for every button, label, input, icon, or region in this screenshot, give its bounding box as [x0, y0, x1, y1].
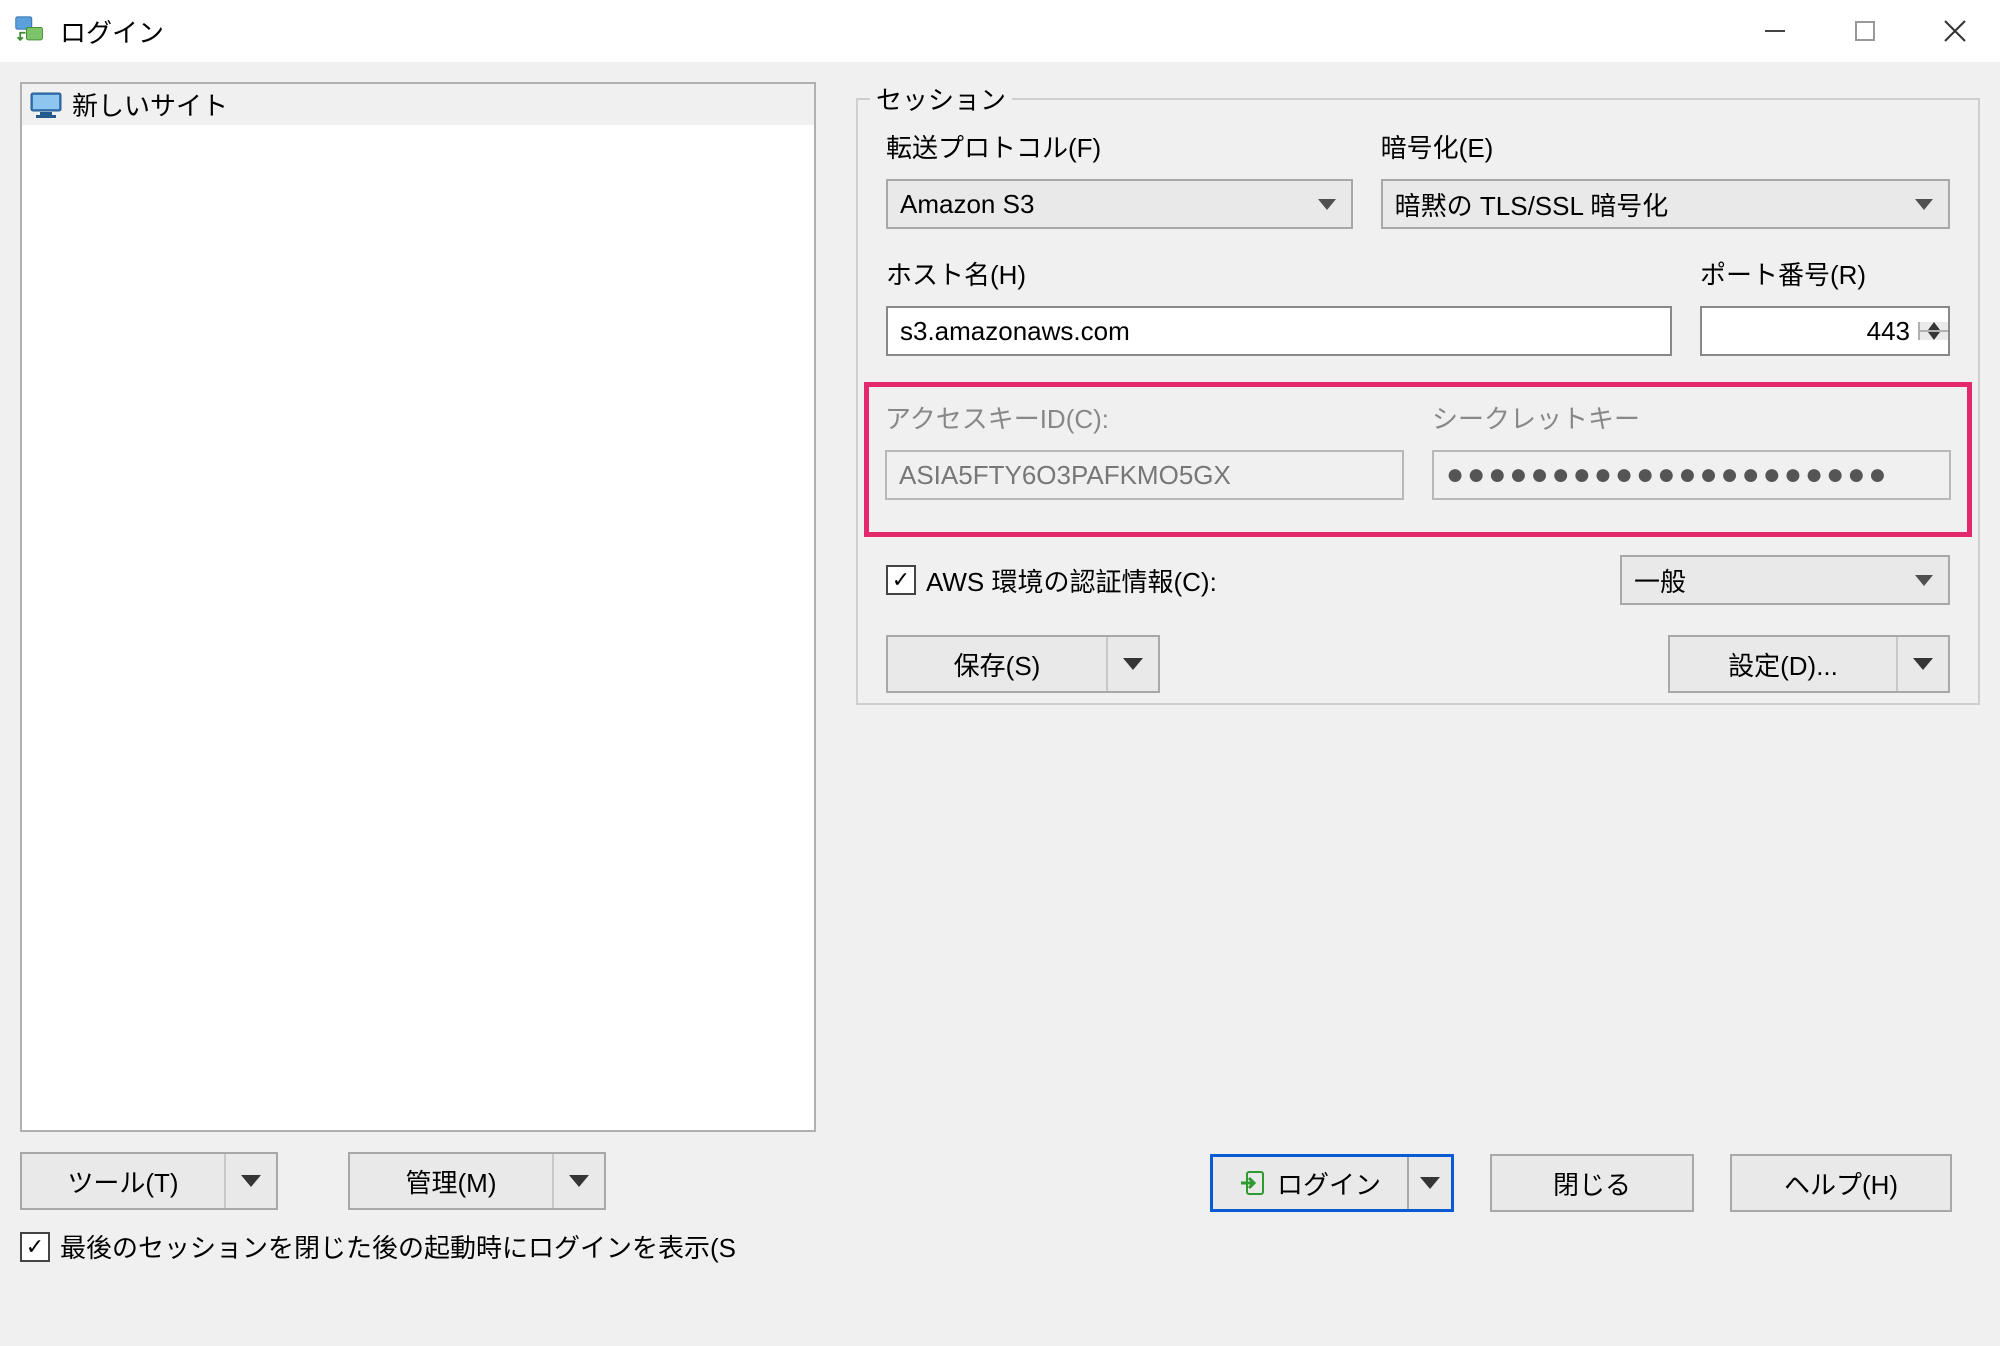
credentials-highlight: アクセスキーID(C): ASIA5FTY6O3PAFKMO5GX シークレット…: [864, 382, 1972, 537]
site-item-new[interactable]: 新しいサイト: [22, 84, 814, 125]
settings-label: 設定(D)...: [1670, 637, 1896, 691]
access-key-value: ASIA5FTY6O3PAFKMO5GX: [899, 460, 1231, 491]
encryption-select[interactable]: 暗黙の TLS/SSL 暗号化: [1381, 179, 1950, 229]
sites-tree[interactable]: 新しいサイト: [20, 82, 816, 1132]
chevron-down-icon: [1912, 575, 1936, 586]
login-button[interactable]: ログイン: [1210, 1154, 1454, 1212]
manage-button[interactable]: 管理(M): [348, 1152, 606, 1210]
port-value: 443: [1702, 316, 1918, 347]
host-value: s3.amazonaws.com: [900, 316, 1130, 347]
tools-dropdown[interactable]: [224, 1154, 276, 1208]
titlebar: ログイン: [0, 0, 2000, 62]
manage-label: 管理(M): [350, 1154, 552, 1208]
manage-dropdown[interactable]: [552, 1154, 604, 1208]
session-group: セッション 転送プロトコル(F) Amazon S3 暗号化(E) 暗黙の TL…: [856, 98, 1980, 705]
close-label: 閉じる: [1553, 1165, 1631, 1202]
encryption-value: 暗黙の TLS/SSL 暗号化: [1395, 186, 1912, 223]
aws-env-value: 一般: [1634, 562, 1912, 599]
checkbox-icon: ✓: [20, 1232, 50, 1262]
site-item-label: 新しいサイト: [72, 86, 228, 123]
help-label: ヘルプ(H): [1784, 1165, 1898, 1202]
settings-dropdown[interactable]: [1896, 637, 1948, 691]
show-login-on-startup[interactable]: ✓ 最後のセッションを閉じた後の起動時にログインを表示(S: [20, 1228, 816, 1265]
secret-key-input[interactable]: ●●●●●●●●●●●●●●●●●●●●●: [1432, 450, 1951, 500]
save-dropdown[interactable]: [1106, 637, 1158, 691]
login-dropdown[interactable]: [1407, 1157, 1451, 1209]
login-label: ログイン: [1277, 1165, 1381, 1202]
protocol-label: 転送プロトコル(F): [886, 128, 1353, 165]
login-icon: [1239, 1170, 1265, 1196]
aws-env-label: AWS 環境の認証情報(C):: [926, 562, 1217, 599]
chevron-down-icon: [1315, 199, 1339, 210]
window-title: ログイン: [60, 13, 164, 50]
port-input[interactable]: 443: [1700, 306, 1950, 356]
chevron-down-icon: [1912, 199, 1936, 210]
secret-key-value: ●●●●●●●●●●●●●●●●●●●●●: [1446, 458, 1890, 492]
dialog-buttons: ログイン 閉じる ヘルプ(H): [856, 1154, 1952, 1212]
port-spin-down[interactable]: [1920, 330, 1948, 340]
tools-label: ツール(T): [22, 1154, 224, 1208]
access-key-input[interactable]: ASIA5FTY6O3PAFKMO5GX: [885, 450, 1404, 500]
aws-env-select[interactable]: 一般: [1620, 555, 1950, 605]
protocol-value: Amazon S3: [900, 189, 1315, 220]
minimize-button[interactable]: [1730, 0, 1820, 62]
host-label: ホスト名(H): [886, 255, 1672, 292]
client-area: 新しいサイト ツール(T) 管理(M) ✓ 最後のセッションを閉じた後の起動時に…: [0, 62, 2000, 1265]
save-button[interactable]: 保存(S): [886, 635, 1160, 693]
session-panel: セッション 転送プロトコル(F) Amazon S3 暗号化(E) 暗黙の TL…: [856, 82, 1980, 1265]
save-label: 保存(S): [888, 637, 1106, 691]
app-icon: [12, 13, 48, 49]
secret-key-label: シークレットキー: [1432, 399, 1951, 436]
access-key-label: アクセスキーID(C):: [885, 399, 1404, 436]
maximize-button[interactable]: [1820, 0, 1910, 62]
encryption-label: 暗号化(E): [1381, 128, 1950, 165]
tools-button[interactable]: ツール(T): [20, 1152, 278, 1210]
close-window-button[interactable]: [1910, 0, 2000, 62]
settings-button[interactable]: 設定(D)...: [1668, 635, 1950, 693]
help-button[interactable]: ヘルプ(H): [1730, 1154, 1952, 1212]
protocol-select[interactable]: Amazon S3: [886, 179, 1353, 229]
close-button[interactable]: 閉じる: [1490, 1154, 1694, 1212]
checkbox-icon: ✓: [886, 565, 916, 595]
aws-env-credentials-checkbox[interactable]: ✓ AWS 環境の認証情報(C):: [886, 562, 1217, 599]
left-column: 新しいサイト ツール(T) 管理(M) ✓ 最後のセッションを閉じた後の起動時に…: [20, 82, 816, 1265]
show-login-label: 最後のセッションを閉じた後の起動時にログインを表示(S: [60, 1228, 736, 1265]
monitor-icon: [30, 91, 62, 119]
port-label: ポート番号(R): [1700, 255, 1950, 292]
host-input[interactable]: s3.amazonaws.com: [886, 306, 1672, 356]
port-spin-up[interactable]: [1920, 322, 1948, 330]
session-legend: セッション: [870, 80, 1012, 117]
